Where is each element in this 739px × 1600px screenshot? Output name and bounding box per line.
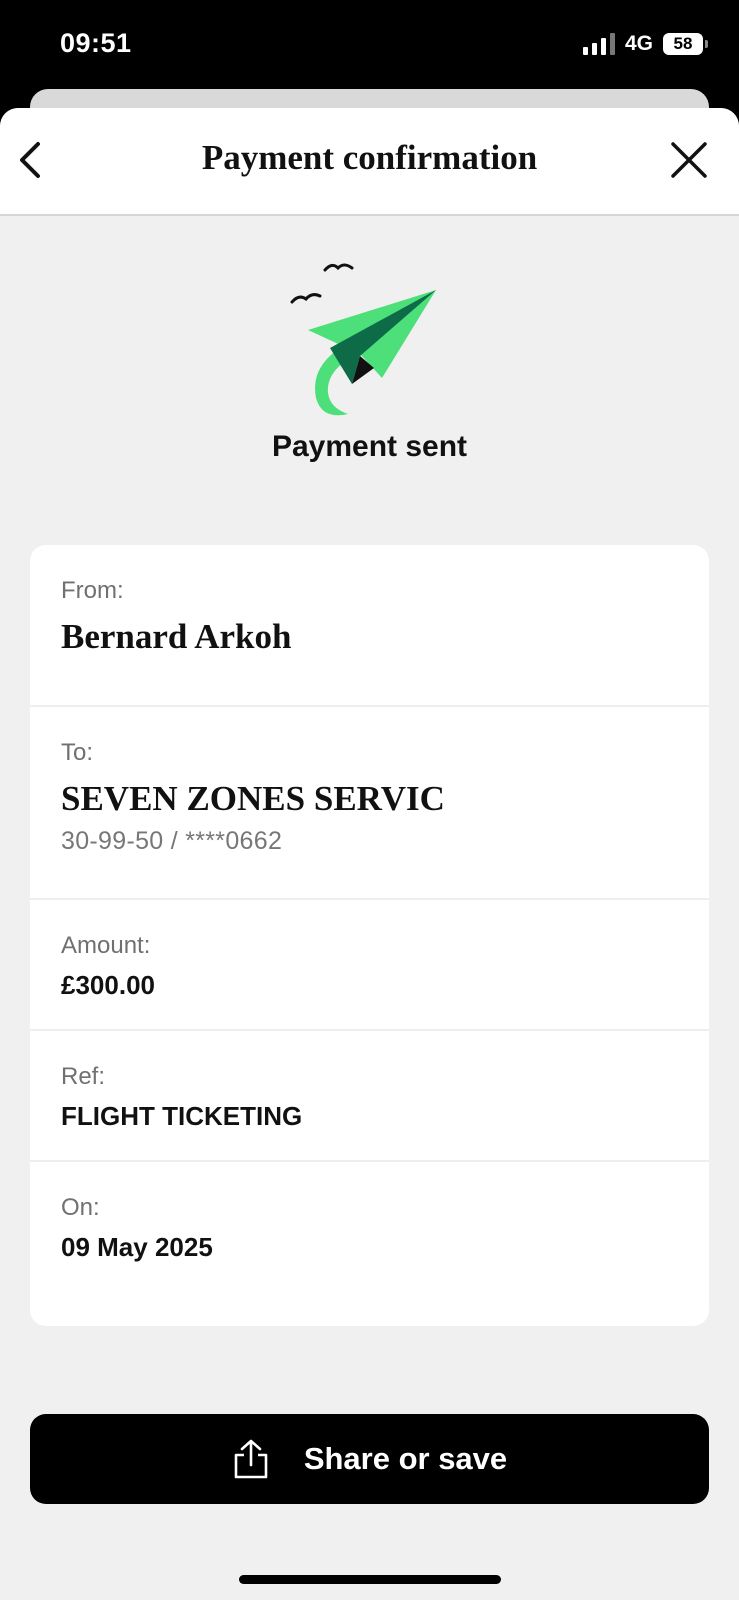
ref-row: Ref: FLIGHT TICKETING xyxy=(30,1031,709,1162)
amount-value: £300.00 xyxy=(61,970,155,1000)
from-row: From: Bernard Arkoh xyxy=(30,545,709,707)
amount-label: Amount: xyxy=(61,932,151,959)
page-title: Payment confirmation xyxy=(201,138,538,177)
from-value: Bernard Arkoh xyxy=(61,617,292,656)
header: Payment confirmation xyxy=(0,108,739,216)
share-or-save-button[interactable]: Share or save xyxy=(30,1414,709,1504)
amount-row: Amount: £300.00 xyxy=(30,900,709,1031)
share-or-save-label: Share or save xyxy=(303,1441,508,1476)
paper-plane-icon xyxy=(290,263,436,416)
payment-status-title: Payment sent xyxy=(271,430,468,463)
to-account: 30-99-50 / ****0662 xyxy=(61,827,283,855)
payment-details-card: From: Bernard Arkoh To: SEVEN ZONES SERV… xyxy=(30,545,709,1326)
to-row: To: SEVEN ZONES SERVIC 30-99-50 / ****06… xyxy=(30,707,709,900)
close-icon xyxy=(671,142,707,178)
date-row: On: 09 May 2025 xyxy=(30,1162,709,1326)
date-label: On: xyxy=(61,1194,100,1221)
home-indicator[interactable] xyxy=(239,1575,501,1584)
status-bar: 09:51 4G 58 xyxy=(0,0,739,100)
payment-status-hero: Payment sent xyxy=(0,258,739,478)
payment-confirmation-sheet: Payment confirmation Payment sent From: … xyxy=(0,108,739,1600)
status-indicators: 4G 58 xyxy=(582,32,708,56)
share-icon xyxy=(234,1439,268,1479)
from-label: From: xyxy=(61,577,124,604)
to-value: SEVEN ZONES SERVIC xyxy=(61,779,445,818)
close-button[interactable] xyxy=(667,138,711,182)
status-time: 09:51 xyxy=(60,28,132,58)
network-type: 4G xyxy=(624,32,653,55)
to-label: To: xyxy=(61,739,94,766)
battery-level: 58 xyxy=(673,34,693,53)
signal-icon xyxy=(582,33,615,55)
battery-icon: 58 xyxy=(663,33,708,55)
ref-label: Ref: xyxy=(61,1063,106,1090)
date-value: 09 May 2025 xyxy=(61,1232,213,1262)
ref-value: FLIGHT TICKETING xyxy=(61,1101,303,1131)
